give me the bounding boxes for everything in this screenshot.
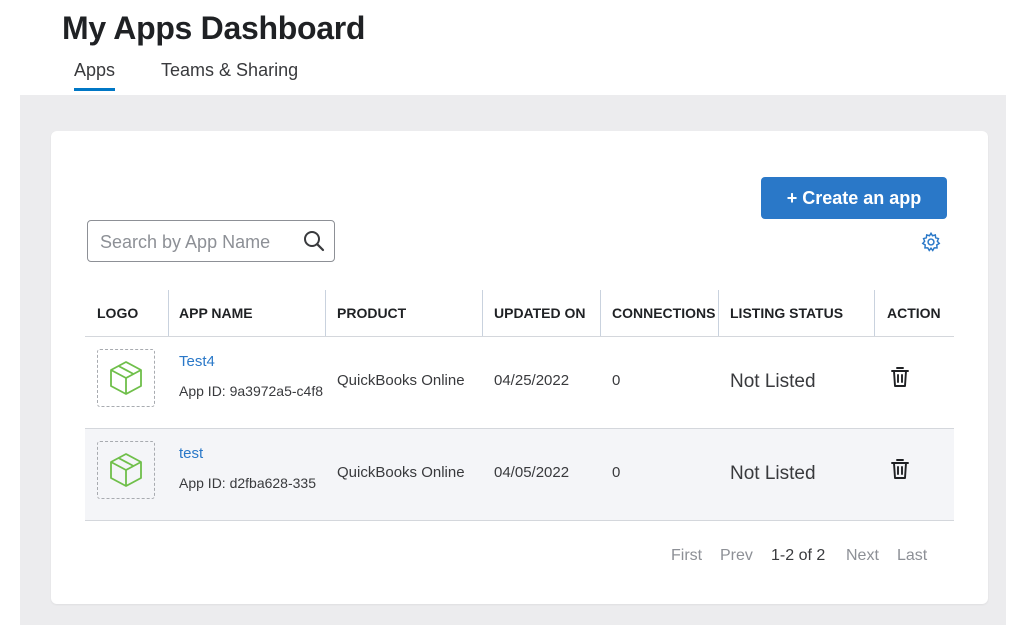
create-app-button[interactable]: + Create an app [761, 177, 947, 219]
cube-icon [110, 361, 142, 395]
cube-icon [110, 453, 142, 487]
app-logo [97, 349, 155, 407]
app-id: App ID: d2fba628-335 [179, 475, 316, 491]
app-logo [97, 441, 155, 499]
trash-icon[interactable] [889, 457, 911, 481]
search-icon[interactable] [302, 229, 326, 253]
table-row: test App ID: d2fba628-335 QuickBooks Onl… [85, 429, 954, 521]
updated-on-cell: 04/05/2022 [494, 464, 570, 481]
column-divider [482, 290, 483, 336]
product-cell: QuickBooks Online [337, 464, 465, 481]
trash-icon[interactable] [889, 365, 911, 389]
column-divider [168, 290, 169, 336]
app-name-link[interactable]: Test4 [179, 353, 215, 370]
listing-status-cell: Not Listed [730, 371, 816, 392]
column-header-action: ACTION [887, 305, 941, 321]
column-divider [325, 290, 326, 336]
gear-icon[interactable] [920, 231, 942, 253]
updated-on-cell: 04/25/2022 [494, 372, 570, 389]
table-row: Test4 App ID: 9a3972a5-c4f8 QuickBooks O… [85, 337, 954, 429]
apps-table: LOGO APP NAME PRODUCT UPDATED ON CONNECT… [85, 290, 954, 521]
pagination-first[interactable]: First [671, 547, 702, 565]
page-title: My Apps Dashboard [62, 10, 366, 46]
app-id: App ID: 9a3972a5-c4f8 [179, 383, 323, 399]
column-header-logo: LOGO [97, 305, 139, 321]
pagination-last[interactable]: Last [897, 547, 927, 565]
pagination-prev[interactable]: Prev [720, 547, 753, 565]
column-header-connections: CONNECTIONS [612, 305, 716, 321]
connections-cell: 0 [612, 372, 621, 389]
tab-apps[interactable]: Apps [74, 60, 116, 91]
column-header-product: PRODUCT [337, 305, 407, 321]
column-header-updated-on: UPDATED ON [494, 305, 586, 321]
column-header-app-name: APP NAME [179, 305, 253, 321]
tab-bar: Apps Teams & Sharing [74, 60, 298, 91]
table-header: LOGO APP NAME PRODUCT UPDATED ON CONNECT… [85, 290, 954, 337]
column-divider [718, 290, 719, 336]
pagination-next[interactable]: Next [846, 547, 879, 565]
pagination-range: 1-2 of 2 [771, 547, 826, 564]
tab-teams-sharing[interactable]: Teams & Sharing [161, 60, 298, 91]
search-input[interactable] [98, 230, 302, 254]
search-box [87, 220, 335, 262]
column-divider [600, 290, 601, 336]
column-header-listing-status: LISTING STATUS [730, 305, 844, 321]
connections-cell: 0 [612, 464, 621, 481]
column-divider [874, 290, 875, 336]
app-name-link[interactable]: test [179, 445, 203, 462]
product-cell: QuickBooks Online [337, 372, 465, 389]
listing-status-cell: Not Listed [730, 463, 816, 484]
